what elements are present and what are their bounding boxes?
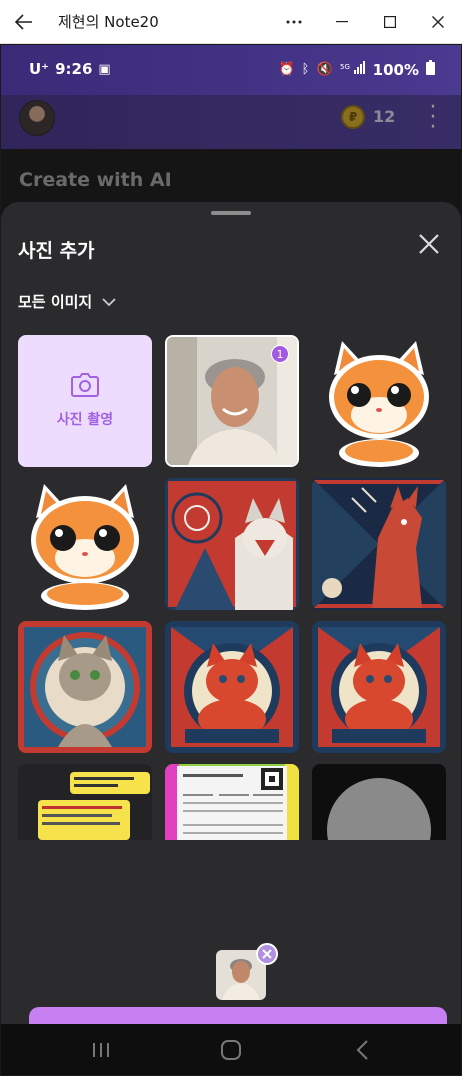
add-photo-sheet: 사진 추가 모든 이미지 사진 촬영 1 <box>1 202 461 1061</box>
system-nav-bar <box>1 1024 461 1075</box>
window-title: 제현의 Note20 <box>58 13 159 31</box>
status-bar: U⁺ 9:26 ▣ ⏰ ᛒ 🔇 5G 100% <box>1 45 461 95</box>
window-titlebar: 제현의 Note20 <box>0 0 462 44</box>
background-page: Create with AI <box>1 149 461 209</box>
time-label: 9:26 <box>55 60 93 78</box>
sheet-drag-handle[interactable] <box>211 211 251 215</box>
camera-icon <box>71 373 99 401</box>
svg-text:5G: 5G <box>340 63 350 71</box>
gallery-item-geometric-cat[interactable] <box>18 621 152 753</box>
more-horizontal-icon[interactable] <box>270 0 318 44</box>
chevron-down-icon <box>102 293 116 311</box>
selection-count-badge: 1 <box>271 345 289 363</box>
coin-count: 12 <box>373 107 396 126</box>
sheet-title: 사진 추가 <box>18 240 95 262</box>
gallery-item-gray-circle[interactable] <box>312 764 446 840</box>
take-photo-label: 사진 촬영 <box>56 412 114 428</box>
close-icon[interactable] <box>414 0 462 44</box>
minimize-icon[interactable] <box>318 0 366 44</box>
create-with-ai-heading: Create with AI <box>19 169 172 191</box>
gallery-item-cat-sticker[interactable] <box>18 478 152 610</box>
album-filter-dropdown[interactable]: 모든 이미지 <box>18 291 116 312</box>
coin-icon: ₽ <box>341 105 365 129</box>
take-photo-button[interactable]: 사진 촬영 <box>18 335 152 467</box>
mute-icon: 🔇 <box>316 62 333 77</box>
remove-selection-button[interactable] <box>256 943 278 965</box>
gallery-item-red-cat[interactable] <box>165 621 299 753</box>
back-icon[interactable] <box>351 1038 375 1062</box>
maximize-icon[interactable] <box>366 0 414 44</box>
gallery-item-red-cat[interactable] <box>312 621 446 753</box>
album-filter-label: 모든 이미지 <box>18 293 93 311</box>
gallery-item-chat-screenshot[interactable] <box>18 764 152 840</box>
screenshot-notification-icon: ▣ <box>98 61 111 77</box>
gallery-item-document-screenshot[interactable] <box>165 764 299 840</box>
avatar[interactable] <box>19 100 55 136</box>
gallery-item-geometric-cat[interactable] <box>165 478 299 610</box>
app-bar: ₽ 12 · · · <box>1 95 461 149</box>
battery-icon <box>426 60 435 79</box>
recent-apps-icon[interactable] <box>89 1038 113 1062</box>
gallery-item-portrait[interactable]: 1 <box>165 335 299 467</box>
battery-label: 100% <box>372 60 419 79</box>
more-vertical-icon[interactable]: · · · <box>425 97 441 139</box>
phone-screen: U⁺ 9:26 ▣ ⏰ ᛒ 🔇 5G 100% ₽ 12 · · · Create … <box>1 45 461 1075</box>
alarm-icon: ⏰ <box>278 62 295 77</box>
bluetooth-icon: ᛒ <box>301 62 310 77</box>
back-arrow-icon[interactable] <box>0 0 48 44</box>
carrier-label: U⁺ <box>29 60 50 78</box>
close-sheet-icon[interactable] <box>417 232 441 256</box>
gallery-item-geometric-cat[interactable] <box>312 478 446 610</box>
gallery-item-cat-sticker[interactable] <box>312 335 446 467</box>
5g-signal-icon: 5G <box>340 60 366 79</box>
gallery-grid: 사진 촬영 1 <box>18 335 446 840</box>
home-icon[interactable] <box>219 1038 243 1062</box>
